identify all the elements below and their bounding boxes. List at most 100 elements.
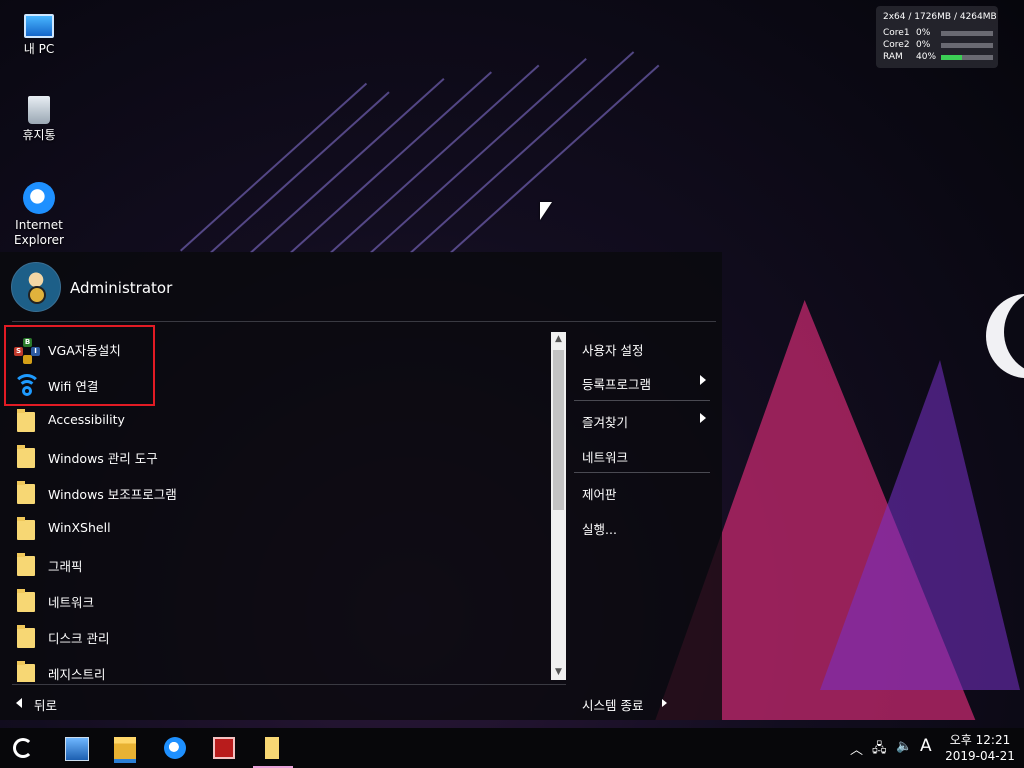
- program-folder-network[interactable]: 네트워크: [0, 582, 548, 618]
- app-red-icon: [213, 737, 235, 759]
- divider: [12, 321, 716, 322]
- desktop-icon-label-line2: Explorer: [14, 233, 64, 247]
- menu-item-user-settings[interactable]: 사용자 설정: [568, 330, 714, 364]
- show-hidden-icons-chevron-icon[interactable]: ︿: [850, 739, 863, 758]
- clock[interactable]: 오후 12:21 2019-04-21: [944, 732, 1016, 764]
- folder-icon: [17, 553, 35, 576]
- program-label: Windows 보조프로그램: [48, 487, 177, 502]
- desktop-icon-label-line1: Internet: [15, 218, 63, 232]
- recycle-bin-icon: [28, 96, 50, 124]
- shutdown-label: 시스템 종료: [582, 698, 644, 713]
- start-menu: Administrator B S I VGA자동설치 Wifi 연결 Acce…: [0, 252, 722, 720]
- highlight-annotation: [4, 325, 155, 406]
- taskbar-app-red[interactable]: [200, 728, 248, 768]
- mouse-cursor-icon: [540, 202, 552, 220]
- metric-label: Core2: [883, 40, 910, 50]
- folder-icon: [17, 481, 35, 504]
- menu-item-network[interactable]: 네트워크: [568, 437, 714, 471]
- cpu-core1-row: Core1 0%: [883, 28, 995, 40]
- scrollbar-thumb[interactable]: [553, 350, 564, 510]
- divider: [574, 472, 710, 473]
- program-label: 디스크 관리: [48, 631, 110, 646]
- taskbar: ︿ 🖧 🔈 A 오후 12:21 2019-04-21: [0, 728, 1024, 768]
- taskbar-app-computer-management[interactable]: [52, 728, 100, 768]
- start-button[interactable]: [0, 728, 48, 768]
- program-folder-registry[interactable]: 레지스트리: [0, 654, 548, 682]
- cpu-core2-row: Core2 0%: [883, 40, 995, 52]
- file-explorer-icon: [114, 737, 136, 763]
- program-folder-accessibility[interactable]: Accessibility: [0, 402, 548, 438]
- computer-icon: [24, 14, 54, 38]
- menu-item-run[interactable]: 실행...: [568, 509, 714, 543]
- usage-bar: [941, 43, 993, 48]
- menu-item-favorites[interactable]: 즐겨찾기: [568, 402, 714, 436]
- folder-icon: [17, 661, 35, 682]
- folder-icon: [17, 517, 35, 540]
- shutdown-options-arrow-icon[interactable]: [662, 699, 667, 707]
- submenu-arrow-icon: [700, 413, 706, 423]
- program-folder-winxshell[interactable]: WinXShell: [0, 510, 548, 546]
- metric-value: 0%: [916, 28, 931, 38]
- divider: [574, 400, 710, 401]
- system-tray: ︿ 🖧 🔈 A: [846, 728, 944, 768]
- metric-value: 0%: [916, 40, 931, 50]
- desktop-icon-label: 휴지통: [22, 128, 56, 142]
- taskbar-app-internet-explorer[interactable]: [151, 728, 199, 768]
- menu-item-label: 즐겨찾기: [582, 415, 629, 430]
- program-label: 네트워크: [48, 595, 95, 610]
- program-label: Accessibility: [48, 412, 125, 427]
- program-label: 레지스트리: [48, 667, 106, 682]
- back-arrow-icon: [16, 698, 22, 708]
- metric-value: 40%: [916, 52, 937, 62]
- divider: [12, 684, 566, 685]
- ram-row: RAM 40%: [883, 52, 995, 64]
- folder-icon: [17, 625, 35, 648]
- folder-icon: [17, 589, 35, 612]
- program-folder-accessories[interactable]: Windows 보조프로그램: [0, 474, 548, 510]
- metric-label: RAM: [883, 52, 903, 62]
- program-list-scrollbar[interactable]: ▲ ▼: [551, 332, 566, 680]
- desktop-icon-this-pc[interactable]: 내 PC: [4, 8, 74, 57]
- folder-icon: [265, 737, 279, 759]
- shutdown-button[interactable]: 시스템 종료: [578, 692, 678, 714]
- menu-item-label: 등록프로그램: [582, 377, 652, 392]
- internet-explorer-icon: [23, 182, 55, 214]
- program-label: 그래픽: [48, 559, 83, 574]
- system-monitor-widget: 2x64 / 1726MB / 4264MB Core1 0% Core2 0%…: [876, 6, 998, 68]
- clock-date: 2019-04-21: [945, 749, 1015, 763]
- program-folder-graphics[interactable]: 그래픽: [0, 546, 548, 582]
- ime-indicator[interactable]: A: [920, 736, 932, 756]
- desktop-icon-internet-explorer[interactable]: Internet Explorer: [4, 182, 74, 248]
- program-folder-disk-management[interactable]: 디스크 관리: [0, 618, 548, 654]
- system-monitor-header: 2x64 / 1726MB / 4264MB: [883, 12, 997, 22]
- back-label: 뒤로: [34, 698, 58, 713]
- program-folder-admin-tools[interactable]: Windows 관리 도구: [0, 438, 548, 474]
- menu-item-control-panel[interactable]: 제어판: [568, 474, 714, 508]
- folder-icon: [17, 409, 35, 432]
- back-button[interactable]: 뒤로: [12, 692, 92, 714]
- scroll-up-arrow-icon[interactable]: ▲: [551, 332, 566, 347]
- folder-icon: [17, 445, 35, 468]
- submenu-arrow-icon: [700, 375, 706, 385]
- computer-management-icon: [65, 737, 89, 761]
- user-header[interactable]: Administrator: [0, 252, 722, 320]
- menu-item-registered-programs[interactable]: 등록프로그램: [568, 364, 714, 398]
- menu-item-label: 제어판: [582, 487, 617, 502]
- usage-bar: [941, 55, 993, 60]
- network-icon[interactable]: 🖧: [872, 739, 887, 761]
- desktop-icon-recycle-bin[interactable]: 휴지통: [4, 96, 74, 143]
- scroll-down-arrow-icon[interactable]: ▼: [551, 665, 566, 680]
- desktop-icon-label: 내 PC: [23, 42, 55, 56]
- taskbar-app-folder-active[interactable]: [249, 728, 297, 768]
- program-label: WinXShell: [48, 520, 111, 535]
- menu-item-label: 네트워크: [582, 450, 629, 465]
- internet-explorer-icon: [164, 737, 186, 759]
- start-icon: [13, 738, 33, 758]
- menu-item-label: 사용자 설정: [582, 343, 644, 358]
- username: Administrator: [70, 279, 173, 297]
- taskbar-app-file-explorer[interactable]: [101, 728, 149, 768]
- volume-icon[interactable]: 🔈: [896, 739, 912, 754]
- program-label: Windows 관리 도구: [48, 451, 158, 466]
- admin-key-icon: [28, 286, 46, 304]
- menu-item-label: 실행...: [582, 522, 617, 537]
